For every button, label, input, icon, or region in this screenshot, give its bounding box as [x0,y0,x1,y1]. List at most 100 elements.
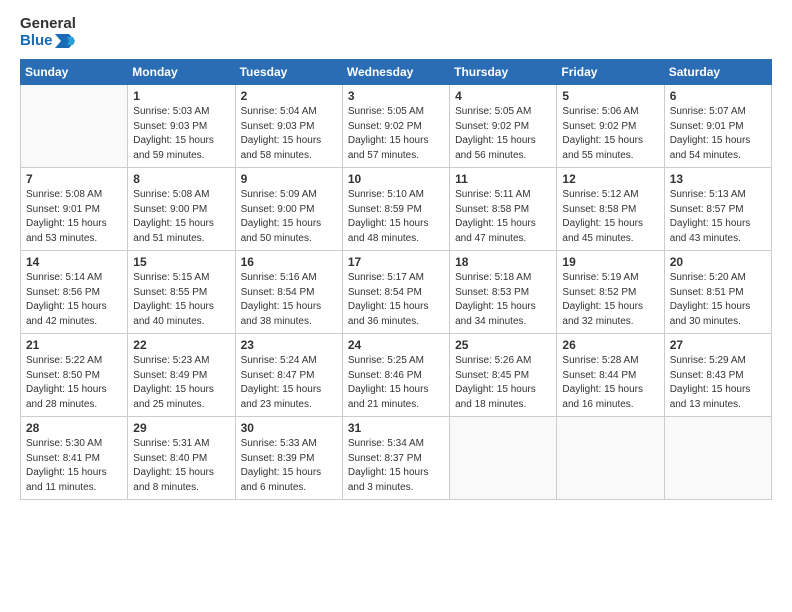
calendar-cell: 16 Sunrise: 5:16 AM Sunset: 8:54 PM Dayli… [235,251,342,334]
day-number: 20 [670,255,766,269]
calendar-cell: 25Sunrise: 5:26 AM Sunset: 8:45 PM Dayli… [450,334,557,417]
day-info: Sunrise: 5:16 AM Sunset: 8:54 PM Dayligh… [241,271,337,329]
day-number: 24 [348,338,444,352]
calendar-cell: 7 Sunrise: 5:08 AM Sunset: 9:01 PM Daylig… [21,168,128,251]
weekday-header-thursday: Thursday [450,60,557,85]
day-number: 28 [26,421,122,435]
calendar-cell: 31 Sunrise: 5:34 AM Sunset: 8:37 PM Dayli… [342,417,449,500]
calendar-cell: 6Sunrise: 5:07 AM Sunset: 9:01 PM Daylig… [664,85,771,168]
week-row-5: 28 Sunrise: 5:30 AM Sunset: 8:41 PM Dayli… [21,417,772,500]
calendar-cell: 12 Sunrise: 5:12 AM Sunset: 8:58 PM Dayli… [557,168,664,251]
week-row-1: 1 Sunrise: 5:03 AM Sunset: 9:03 PM Daylig… [21,85,772,168]
day-info: Sunrise: 5:30 AM Sunset: 8:41 PM Dayligh… [26,437,122,495]
day-number: 4 [455,89,551,103]
day-number: 16 [241,255,337,269]
calendar-cell [557,417,664,500]
week-row-2: 7 Sunrise: 5:08 AM Sunset: 9:01 PM Daylig… [21,168,772,251]
calendar-cell: 4 Sunrise: 5:05 AM Sunset: 9:02 PM Daylig… [450,85,557,168]
header: General Blue [20,16,772,49]
day-info: Sunrise: 5:09 AM Sunset: 9:00 PM Dayligh… [241,188,337,246]
day-info: Sunrise: 5:04 AM Sunset: 9:03 PM Dayligh… [241,105,337,163]
calendar-cell [21,85,128,168]
day-info: Sunrise: 5:11 AM Sunset: 8:58 PM Dayligh… [455,188,551,246]
weekday-header-wednesday: Wednesday [342,60,449,85]
day-info: Sunrise: 5:34 AM Sunset: 8:37 PM Dayligh… [348,437,444,495]
calendar-cell: 28 Sunrise: 5:30 AM Sunset: 8:41 PM Dayli… [21,417,128,500]
calendar-cell: 14 Sunrise: 5:14 AM Sunset: 8:56 PM Dayli… [21,251,128,334]
day-info: Sunrise: 5:19 AM Sunset: 8:52 PM Dayligh… [562,271,658,329]
logo-general: General [20,16,76,33]
day-number: 9 [241,172,337,186]
calendar-cell: 20Sunrise: 5:20 AM Sunset: 8:51 PM Dayli… [664,251,771,334]
calendar-cell: 17 Sunrise: 5:17 AM Sunset: 8:54 PM Dayli… [342,251,449,334]
day-number: 1 [133,89,229,103]
weekday-header-friday: Friday [557,60,664,85]
day-number: 30 [241,421,337,435]
calendar-cell: 11 Sunrise: 5:11 AM Sunset: 8:58 PM Dayli… [450,168,557,251]
day-info: Sunrise: 5:10 AM Sunset: 8:59 PM Dayligh… [348,188,444,246]
day-info: Sunrise: 5:23 AM Sunset: 8:49 PM Dayligh… [133,354,229,412]
day-number: 18 [455,255,551,269]
calendar-cell: 1 Sunrise: 5:03 AM Sunset: 9:03 PM Daylig… [128,85,235,168]
calendar-cell: 10 Sunrise: 5:10 AM Sunset: 8:59 PM Dayli… [342,168,449,251]
day-number: 10 [348,172,444,186]
calendar-cell: 24Sunrise: 5:25 AM Sunset: 8:46 PM Dayli… [342,334,449,417]
logo-arrow-icon [55,34,75,48]
weekday-header-saturday: Saturday [664,60,771,85]
calendar-cell: 3 Sunrise: 5:05 AM Sunset: 9:02 PM Daylig… [342,85,449,168]
day-number: 31 [348,421,444,435]
calendar-cell: 15 Sunrise: 5:15 AM Sunset: 8:55 PM Dayli… [128,251,235,334]
day-info: Sunrise: 5:05 AM Sunset: 9:02 PM Dayligh… [348,105,444,163]
day-number: 26 [562,338,658,352]
day-info: Sunrise: 5:03 AM Sunset: 9:03 PM Dayligh… [133,105,229,163]
week-row-4: 21 Sunrise: 5:22 AM Sunset: 8:50 PM Dayli… [21,334,772,417]
weekday-header-sunday: Sunday [21,60,128,85]
day-number: 11 [455,172,551,186]
calendar-cell: 19 Sunrise: 5:19 AM Sunset: 8:52 PM Dayli… [557,251,664,334]
day-number: 8 [133,172,229,186]
calendar-cell: 21 Sunrise: 5:22 AM Sunset: 8:50 PM Dayli… [21,334,128,417]
day-info: Sunrise: 5:17 AM Sunset: 8:54 PM Dayligh… [348,271,444,329]
calendar-cell: 30Sunrise: 5:33 AM Sunset: 8:39 PM Dayli… [235,417,342,500]
day-number: 23 [241,338,337,352]
day-info: Sunrise: 5:31 AM Sunset: 8:40 PM Dayligh… [133,437,229,495]
day-number: 6 [670,89,766,103]
day-number: 19 [562,255,658,269]
day-info: Sunrise: 5:18 AM Sunset: 8:53 PM Dayligh… [455,271,551,329]
calendar-cell: 27Sunrise: 5:29 AM Sunset: 8:43 PM Dayli… [664,334,771,417]
day-number: 3 [348,89,444,103]
day-info: Sunrise: 5:13 AM Sunset: 8:57 PM Dayligh… [670,188,766,246]
calendar-cell: 26 Sunrise: 5:28 AM Sunset: 8:44 PM Dayli… [557,334,664,417]
day-info: Sunrise: 5:12 AM Sunset: 8:58 PM Dayligh… [562,188,658,246]
day-info: Sunrise: 5:22 AM Sunset: 8:50 PM Dayligh… [26,354,122,412]
day-number: 25 [455,338,551,352]
weekday-header-monday: Monday [128,60,235,85]
calendar-cell: 18 Sunrise: 5:18 AM Sunset: 8:53 PM Dayli… [450,251,557,334]
day-number: 29 [133,421,229,435]
calendar-cell [664,417,771,500]
day-number: 7 [26,172,122,186]
day-number: 15 [133,255,229,269]
calendar-cell: 29 Sunrise: 5:31 AM Sunset: 8:40 PM Dayli… [128,417,235,500]
day-number: 17 [348,255,444,269]
logo-blue: Blue [20,33,76,50]
day-info: Sunrise: 5:08 AM Sunset: 9:00 PM Dayligh… [133,188,229,246]
weekday-header-row: SundayMondayTuesdayWednesdayThursdayFrid… [21,60,772,85]
day-number: 12 [562,172,658,186]
week-row-3: 14 Sunrise: 5:14 AM Sunset: 8:56 PM Dayli… [21,251,772,334]
day-info: Sunrise: 5:28 AM Sunset: 8:44 PM Dayligh… [562,354,658,412]
day-info: Sunrise: 5:14 AM Sunset: 8:56 PM Dayligh… [26,271,122,329]
day-info: Sunrise: 5:08 AM Sunset: 9:01 PM Dayligh… [26,188,122,246]
day-info: Sunrise: 5:06 AM Sunset: 9:02 PM Dayligh… [562,105,658,163]
day-number: 21 [26,338,122,352]
calendar-cell: 8 Sunrise: 5:08 AM Sunset: 9:00 PM Daylig… [128,168,235,251]
day-info: Sunrise: 5:15 AM Sunset: 8:55 PM Dayligh… [133,271,229,329]
calendar-table: SundayMondayTuesdayWednesdayThursdayFrid… [20,59,772,500]
calendar-cell: 2Sunrise: 5:04 AM Sunset: 9:03 PM Daylig… [235,85,342,168]
day-number: 14 [26,255,122,269]
calendar-cell: 22Sunrise: 5:23 AM Sunset: 8:49 PM Dayli… [128,334,235,417]
day-number: 13 [670,172,766,186]
day-info: Sunrise: 5:29 AM Sunset: 8:43 PM Dayligh… [670,354,766,412]
calendar-cell: 23Sunrise: 5:24 AM Sunset: 8:47 PM Dayli… [235,334,342,417]
day-info: Sunrise: 5:05 AM Sunset: 9:02 PM Dayligh… [455,105,551,163]
